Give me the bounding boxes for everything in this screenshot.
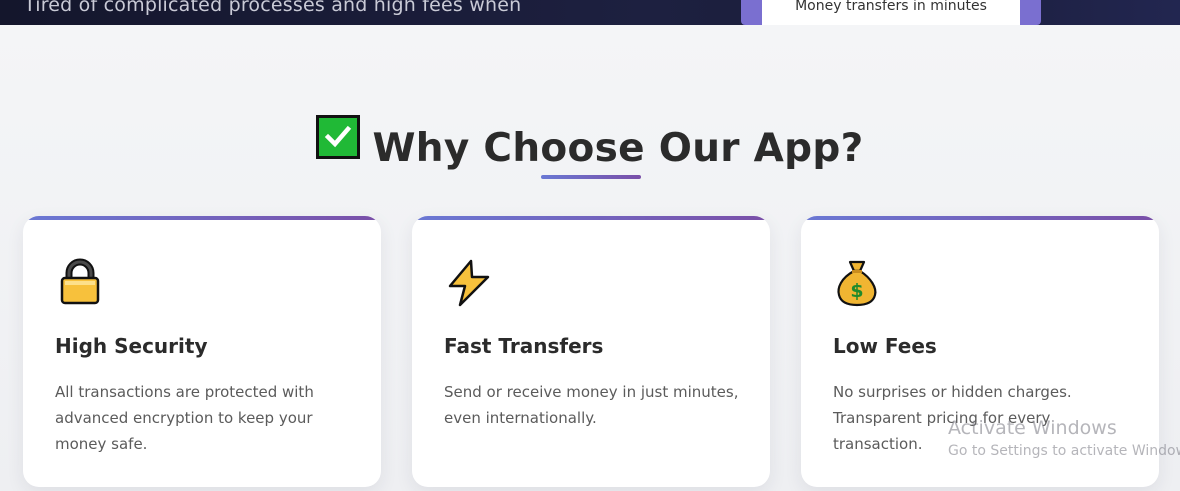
feature-card-fast-transfers: Fast Transfers Send or receive money in … — [412, 216, 770, 487]
money-bag-icon: $ — [833, 258, 883, 308]
svg-text:$: $ — [850, 280, 863, 302]
check-mark-button-icon — [316, 115, 361, 159]
feature-description: Send or receive money in just minutes, e… — [444, 383, 739, 427]
hero-section: Tired of complicated processes and high … — [0, 0, 1180, 25]
feature-title: Low Fees — [833, 334, 937, 358]
watermark-subtitle: Go to Settings to activate Windows. — [948, 443, 1180, 459]
phone-mockup-caption: Money transfers in minutes — [762, 0, 1020, 25]
title-underline — [541, 175, 641, 179]
watermark-title: Activate Windows — [948, 417, 1117, 439]
hero-description: Tired of complicated processes and high … — [24, 0, 522, 16]
feature-title: High Security — [55, 334, 208, 358]
activate-windows-watermark: Activate Windows Go to Settings to activ… — [948, 417, 1180, 461]
section-heading: Why Choose Our App? — [0, 115, 1180, 171]
feature-description: All transactions are protected with adva… — [55, 383, 314, 453]
feature-card-security: High Security All transactions are prote… — [23, 216, 381, 487]
lightning-icon — [444, 258, 494, 308]
section-title: Why Choose Our App? — [372, 126, 864, 171]
lock-icon — [55, 258, 105, 308]
feature-title: Fast Transfers — [444, 334, 604, 358]
